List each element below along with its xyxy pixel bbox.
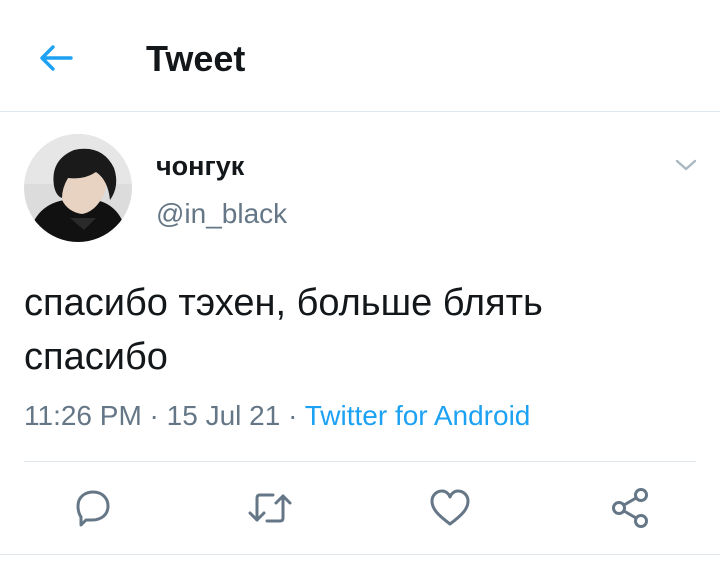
tweet-actions bbox=[0, 472, 720, 544]
tweet-time: 11:26 PM bbox=[24, 400, 142, 431]
reply-button[interactable] bbox=[66, 482, 118, 534]
back-arrow-icon bbox=[40, 45, 73, 71]
retweet-icon bbox=[248, 493, 292, 523]
avatar[interactable] bbox=[24, 134, 132, 242]
top-bar: Tweet bbox=[0, 0, 720, 112]
like-icon bbox=[430, 489, 470, 526]
reply-icon bbox=[76, 490, 110, 527]
tweet-date[interactable]: 15 Jul 21 bbox=[167, 400, 281, 431]
display-name[interactable]: чонгук bbox=[156, 150, 244, 182]
like-button[interactable] bbox=[424, 482, 476, 534]
divider bbox=[0, 554, 720, 555]
divider bbox=[24, 461, 696, 462]
username-handle[interactable]: @in_black bbox=[156, 197, 287, 231]
tweet-source-link[interactable]: Twitter for Android bbox=[305, 400, 531, 431]
tweet-text: спасибо тэхен, больше блять спасибо bbox=[24, 282, 543, 378]
back-button[interactable] bbox=[34, 38, 78, 78]
more-options-button[interactable] bbox=[668, 150, 704, 180]
share-button[interactable] bbox=[604, 482, 656, 534]
page-title: Tweet bbox=[146, 38, 246, 79]
chevron-down-icon bbox=[675, 159, 697, 171]
meta-separator: · bbox=[280, 400, 305, 431]
meta-separator: · bbox=[141, 400, 167, 431]
tweet-meta: 11:26 PM · 15 Jul 21 · Twitter for Andro… bbox=[24, 398, 530, 434]
retweet-button[interactable] bbox=[244, 482, 296, 534]
share-icon bbox=[612, 488, 648, 528]
